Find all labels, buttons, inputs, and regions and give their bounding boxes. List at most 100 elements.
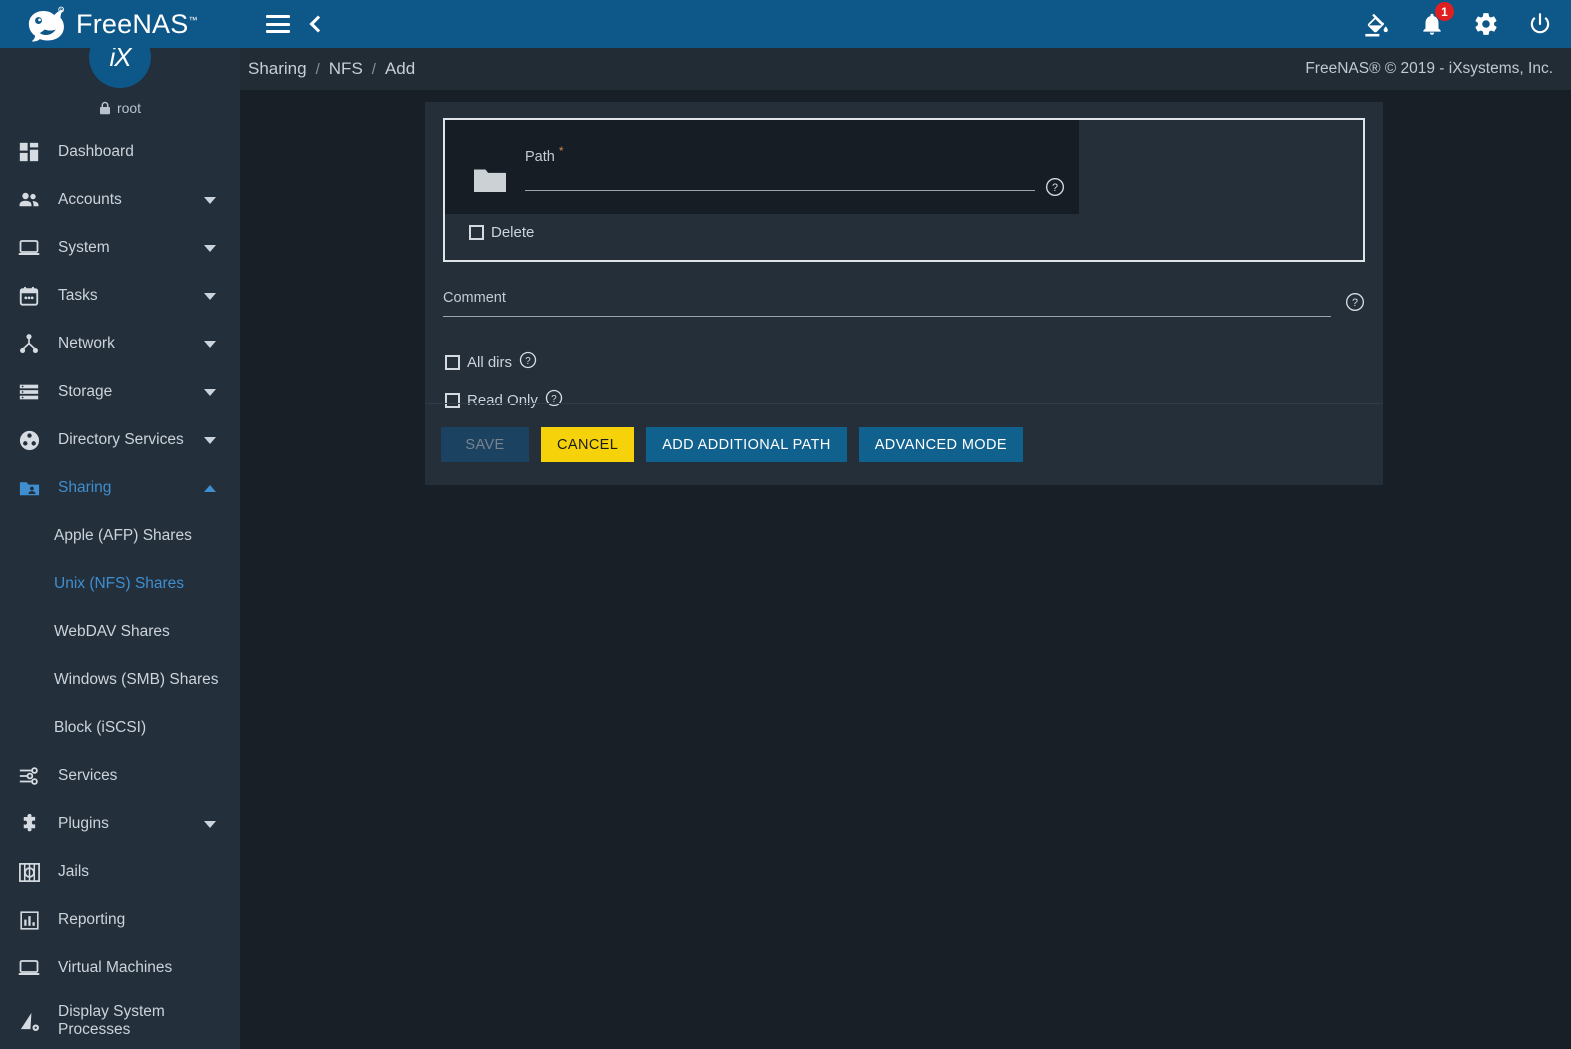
sidebar-item-block-iscsi[interactable]: Block (iSCSI) <box>0 704 240 752</box>
svg-text:R: R <box>60 8 63 13</box>
cancel-button[interactable]: CANCEL <box>541 427 635 462</box>
delete-checkbox-row[interactable]: Delete <box>469 224 534 241</box>
breadcrumb: Sharing / NFS / Add <box>248 59 415 79</box>
add-additional-path-button[interactable]: ADD ADDITIONAL PATH <box>646 427 847 462</box>
sidebar-item-network[interactable]: Network <box>0 320 240 368</box>
brand-trademark: ™ <box>188 14 198 25</box>
path-field-wrapper: Path * <box>525 144 1035 191</box>
theme-picker-button[interactable] <box>1363 10 1391 38</box>
sidebar-item-storage[interactable]: Storage <box>0 368 240 416</box>
svg-text:?: ? <box>1052 182 1058 194</box>
shared-folder-icon <box>14 475 44 501</box>
chevron-down-icon <box>204 388 216 396</box>
all-dirs-label: All dirs <box>467 353 513 371</box>
chevron-down-icon <box>204 820 216 828</box>
chevron-left-icon <box>309 15 327 33</box>
sidebar-item-label: Display System Processes <box>58 1003 165 1038</box>
gear-icon <box>1475 13 1497 35</box>
sidebar-item-unix-nfs-shares[interactable]: Unix (NFS) Shares <box>0 560 240 608</box>
topbar-actions: 1 <box>1363 0 1553 48</box>
collapse-sidebar-button[interactable] <box>306 15 327 33</box>
delete-checkbox[interactable] <box>469 225 484 240</box>
delete-label: Delete <box>491 224 535 241</box>
sidebar-item-label: Dashboard <box>58 143 134 161</box>
svg-text:?: ? <box>525 355 531 366</box>
laptop-icon <box>14 955 44 981</box>
sidebar-item-display-system-processes[interactable]: Display System Processes <box>0 992 240 1049</box>
save-button[interactable]: SAVE <box>441 427 529 462</box>
sidebar: iX root Dashboard Accounts System Tasks … <box>0 48 240 1049</box>
copyright-text: FreeNAS® © 2019 - iXsystems, Inc. <box>1305 60 1553 77</box>
brand-logo-area[interactable]: R FreeNAS™ <box>0 0 240 48</box>
power-button[interactable] <box>1527 11 1553 37</box>
puzzle-piece-icon <box>14 811 44 837</box>
freenas-fish-logo-icon: R <box>28 6 65 42</box>
sliders-icon <box>14 763 44 789</box>
svg-text:?: ? <box>1352 297 1358 309</box>
path-label-text: Path <box>525 148 555 165</box>
avatar-text: iX <box>109 48 131 72</box>
paint-bucket-icon <box>1365 13 1388 37</box>
sidebar-item-label: Accounts <box>58 191 122 209</box>
nfs-share-form-card: Path * ? Delete Comment ? All dirs ? Rea… <box>425 102 1383 485</box>
dashboard-grid-icon <box>14 139 44 165</box>
sidebar-item-label: Tasks <box>58 287 98 305</box>
sidebar-item-label: Jails <box>58 863 90 881</box>
sidebar-item-label: Storage <box>58 383 113 401</box>
sidebar-item-system[interactable]: System <box>0 224 240 272</box>
people-icon <box>14 187 44 213</box>
sidebar-nav: Dashboard Accounts System Tasks Network … <box>0 126 240 1049</box>
comment-field-row: Comment ? <box>443 290 1365 317</box>
chevron-down-icon <box>204 244 216 252</box>
read-only-label: Read Only <box>467 391 538 409</box>
sidebar-subitem-label: Windows (SMB) Shares <box>54 671 219 688</box>
all-dirs-checkbox[interactable] <box>445 354 460 370</box>
breadcrumb-separator: / <box>371 60 376 78</box>
all-dirs-help-icon[interactable]: ? <box>519 351 537 374</box>
breadcrumb-item-nfs[interactable]: NFS <box>329 59 363 79</box>
chevron-down-icon <box>204 196 216 204</box>
settings-button[interactable] <box>1473 11 1499 37</box>
breadcrumb-item-sharing[interactable]: Sharing <box>248 59 307 79</box>
comment-input[interactable] <box>443 316 1331 317</box>
comment-label: Comment <box>443 290 506 306</box>
sidebar-item-reporting[interactable]: Reporting <box>0 896 240 944</box>
sidebar-item-dashboard[interactable]: Dashboard <box>0 128 240 176</box>
laptop-icon <box>14 235 44 261</box>
sidebar-item-jails[interactable]: Jails <box>0 848 240 896</box>
sidebar-item-label: Reporting <box>58 911 126 929</box>
sidebar-subitem-label: Apple (AFP) Shares <box>54 527 192 544</box>
comment-help-icon[interactable]: ? <box>1345 292 1365 317</box>
sidebar-item-apple-afp-shares[interactable]: Apple (AFP) Shares <box>0 512 240 560</box>
sidebar-item-label: Services <box>58 767 118 785</box>
sidebar-item-webdav-shares[interactable]: WebDAV Shares <box>0 608 240 656</box>
sidebar-item-directory-services[interactable]: Directory Services <box>0 416 240 464</box>
sidebar-item-plugins[interactable]: Plugins <box>0 800 240 848</box>
chevron-up-icon <box>204 484 216 492</box>
breadcrumb-item-add[interactable]: Add <box>385 59 415 79</box>
sidebar-item-windows-smb-shares[interactable]: Windows (SMB) Shares <box>0 656 240 704</box>
sidebar-item-accounts[interactable]: Accounts <box>0 176 240 224</box>
read-only-row[interactable]: Read Only ? <box>443 381 1365 419</box>
notifications-button[interactable]: 1 <box>1419 2 1454 37</box>
storage-stack-icon <box>14 379 44 405</box>
sidebar-item-virtual-machines[interactable]: Virtual Machines <box>0 944 240 992</box>
notification-badge: 1 <box>1435 2 1454 21</box>
advanced-mode-button[interactable]: ADVANCED MODE <box>858 427 1023 462</box>
current-user-label: root <box>116 100 142 116</box>
main-content: Path * ? Delete Comment ? All dirs ? Rea… <box>240 90 1571 1049</box>
read-only-checkbox[interactable] <box>445 392 460 408</box>
current-user[interactable]: root <box>99 100 141 116</box>
menu-toggle-button[interactable] <box>266 15 290 33</box>
all-dirs-row[interactable]: All dirs ? <box>443 343 1365 381</box>
path-input[interactable] <box>525 189 1035 191</box>
path-help-icon[interactable]: ? <box>1045 177 1065 202</box>
chevron-down-icon <box>204 292 216 300</box>
read-only-help-icon[interactable]: ? <box>545 389 563 412</box>
bar-chart-icon <box>14 907 44 933</box>
sidebar-item-sharing[interactable]: Sharing <box>0 464 240 512</box>
sidebar-item-services[interactable]: Services <box>0 752 240 800</box>
sidebar-item-label: Plugins <box>58 815 109 833</box>
sidebar-item-tasks[interactable]: Tasks <box>0 272 240 320</box>
power-icon <box>1530 13 1550 34</box>
